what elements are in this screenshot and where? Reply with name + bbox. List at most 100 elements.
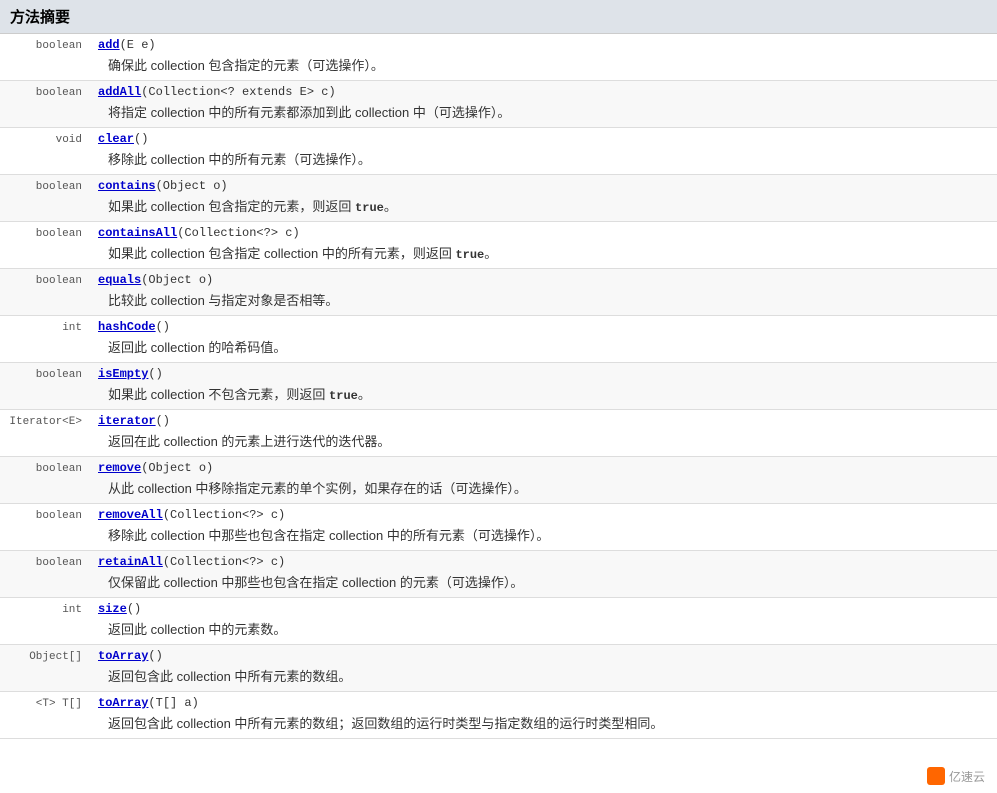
method-link[interactable]: clear: [98, 132, 134, 146]
method-signature: remove(Object o): [98, 461, 989, 475]
method-description: 仅保留此 collection 中那些也包含在指定 collection 的元素…: [98, 572, 989, 591]
method-params: (): [148, 649, 162, 663]
return-type: void: [0, 128, 90, 175]
method-signature: toArray(): [98, 649, 989, 663]
method-signature: size(): [98, 602, 989, 616]
method-params: (): [127, 602, 141, 616]
method-description: 确保此 collection 包含指定的元素（可选操作）。: [98, 55, 989, 74]
return-type: boolean: [0, 175, 90, 222]
method-params: (): [134, 132, 148, 146]
method-signature: retainAll(Collection<?> c): [98, 555, 989, 569]
method-description: 返回包含此 collection 中所有元素的数组。: [98, 666, 989, 685]
method-params: (Object o): [141, 273, 213, 287]
method-details: iterator() 返回在此 collection 的元素上进行迭代的迭代器。: [90, 410, 997, 457]
method-signature: containsAll(Collection<?> c): [98, 226, 989, 240]
return-type: boolean: [0, 363, 90, 410]
return-type: boolean: [0, 222, 90, 269]
method-link[interactable]: equals: [98, 273, 141, 287]
method-params: (Collection<?> c): [177, 226, 299, 240]
table-row: booleanisEmpty()如果此 collection 不包含元素，则返回…: [0, 363, 997, 410]
method-description: 返回此 collection 中的元素数。: [98, 619, 989, 638]
method-signature: clear(): [98, 132, 989, 146]
table-row: boolean containsAll(Collection<?> c) 如果此 c…: [0, 222, 997, 269]
method-link[interactable]: removeAll: [98, 508, 163, 522]
inline-code: true: [355, 201, 384, 215]
method-description: 返回包含此 collection 中所有元素的数组；返回数组的运行时类型与指定数…: [98, 713, 989, 732]
return-type: Object[]: [0, 645, 90, 692]
method-link[interactable]: add: [98, 38, 120, 52]
method-signature: isEmpty(): [98, 367, 989, 381]
method-details: toArray() 返回包含此 collection 中所有元素的数组。: [90, 645, 997, 692]
return-type: boolean: [0, 34, 90, 81]
table-row: int hashCode() 返回此 collection 的哈希码值。: [0, 316, 997, 363]
method-description: 从此 collection 中移除指定元素的单个实例，如果存在的话（可选操作）。: [98, 478, 989, 497]
method-signature: equals(Object o): [98, 273, 989, 287]
method-description: 比较此 collection 与指定对象是否相等。: [98, 290, 989, 309]
method-link[interactable]: addAll: [98, 85, 141, 99]
method-link[interactable]: retainAll: [98, 555, 163, 569]
return-type: int: [0, 316, 90, 363]
method-signature: hashCode(): [98, 320, 989, 334]
method-details: removeAll(Collection<?> c) 移除此 collection…: [90, 504, 997, 551]
method-params: (Collection<?> c): [163, 555, 285, 569]
method-details: isEmpty()如果此 collection 不包含元素，则返回 true。: [90, 363, 997, 410]
method-description: 移除此 collection 中那些也包含在指定 collection 中的所有…: [98, 525, 989, 544]
table-row: boolean contains(Object o) 如果此 collection …: [0, 175, 997, 222]
method-signature: add(E e): [98, 38, 989, 52]
return-type: boolean: [0, 504, 90, 551]
method-description: 如果此 collection 包含指定的元素，则返回 true。: [98, 196, 989, 215]
watermark-text: 亿速云: [949, 768, 985, 785]
method-link[interactable]: contains: [98, 179, 156, 193]
table-row: boolean equals(Object o) 比较此 collection 与指…: [0, 269, 997, 316]
method-description: 如果此 collection 包含指定 collection 中的所有元素，则返…: [98, 243, 989, 262]
section-title: 方法摘要: [0, 0, 997, 34]
method-details: retainAll(Collection<?> c) 仅保留此 collectio…: [90, 551, 997, 598]
method-details: addAll(Collection<? extends E> c) 将指定 col…: [90, 81, 997, 128]
table-row: intsize()返回此 collection 中的元素数。: [0, 598, 997, 645]
method-link[interactable]: containsAll: [98, 226, 177, 240]
watermark-icon: [927, 767, 945, 785]
table-row: Iterator<E> iterator() 返回在此 collection 的元素…: [0, 410, 997, 457]
return-type: Iterator<E>: [0, 410, 90, 457]
table-row: boolean remove(Object o) 从此 collection 中移除…: [0, 457, 997, 504]
method-details: equals(Object o) 比较此 collection 与指定对象是否相等…: [90, 269, 997, 316]
return-type: boolean: [0, 81, 90, 128]
return-type: boolean: [0, 551, 90, 598]
table-row: boolean retainAll(Collection<?> c) 仅保留此 co…: [0, 551, 997, 598]
method-params: (T[] a): [148, 696, 198, 710]
return-type: boolean: [0, 457, 90, 504]
method-description: 返回此 collection 的哈希码值。: [98, 337, 989, 356]
page-container: 方法摘要 boolean add(E e) 确保此 collection 包含指定的…: [0, 0, 997, 793]
method-description: 移除此 collection 中的所有元素（可选操作）。: [98, 149, 989, 168]
method-signature: contains(Object o): [98, 179, 989, 193]
inline-code: true: [329, 389, 358, 403]
method-signature: iterator(): [98, 414, 989, 428]
method-link[interactable]: size: [98, 602, 127, 616]
table-row: <T> T[] toArray(T[] a) 返回包含此 collection 中所…: [0, 692, 997, 739]
method-description: 返回在此 collection 的元素上进行迭代的迭代器。: [98, 431, 989, 450]
method-link[interactable]: toArray: [98, 649, 148, 663]
return-type: boolean: [0, 269, 90, 316]
table-row: booleanaddAll(Collection<? extends E> c)…: [0, 81, 997, 128]
method-link[interactable]: remove: [98, 461, 141, 475]
method-link[interactable]: toArray: [98, 696, 148, 710]
method-params: (Object o): [141, 461, 213, 475]
method-link[interactable]: hashCode: [98, 320, 156, 334]
method-signature: addAll(Collection<? extends E> c): [98, 85, 989, 99]
method-description: 将指定 collection 中的所有元素都添加到此 collection 中（…: [98, 102, 989, 121]
method-link[interactable]: iterator: [98, 414, 156, 428]
method-params: (Collection<? extends E> c): [141, 85, 335, 99]
table-row: boolean add(E e) 确保此 collection 包含指定的元素（可选…: [0, 34, 997, 81]
table-row: void clear() 移除此 collection 中的所有元素（可选操作）。: [0, 128, 997, 175]
method-details: containsAll(Collection<?> c) 如果此 collecti…: [90, 222, 997, 269]
return-type: <T> T[]: [0, 692, 90, 739]
method-details: hashCode() 返回此 collection 的哈希码值。: [90, 316, 997, 363]
method-params: (): [156, 320, 170, 334]
method-details: clear() 移除此 collection 中的所有元素（可选操作）。: [90, 128, 997, 175]
method-details: remove(Object o) 从此 collection 中移除指定元素的单个…: [90, 457, 997, 504]
method-link[interactable]: isEmpty: [98, 367, 148, 381]
table-row: boolean removeAll(Collection<?> c) 移除此 col…: [0, 504, 997, 551]
method-details: size() 返回此 collection 中的元素数。: [90, 598, 997, 645]
method-signature: removeAll(Collection<?> c): [98, 508, 989, 522]
method-params: (E e): [120, 38, 156, 52]
